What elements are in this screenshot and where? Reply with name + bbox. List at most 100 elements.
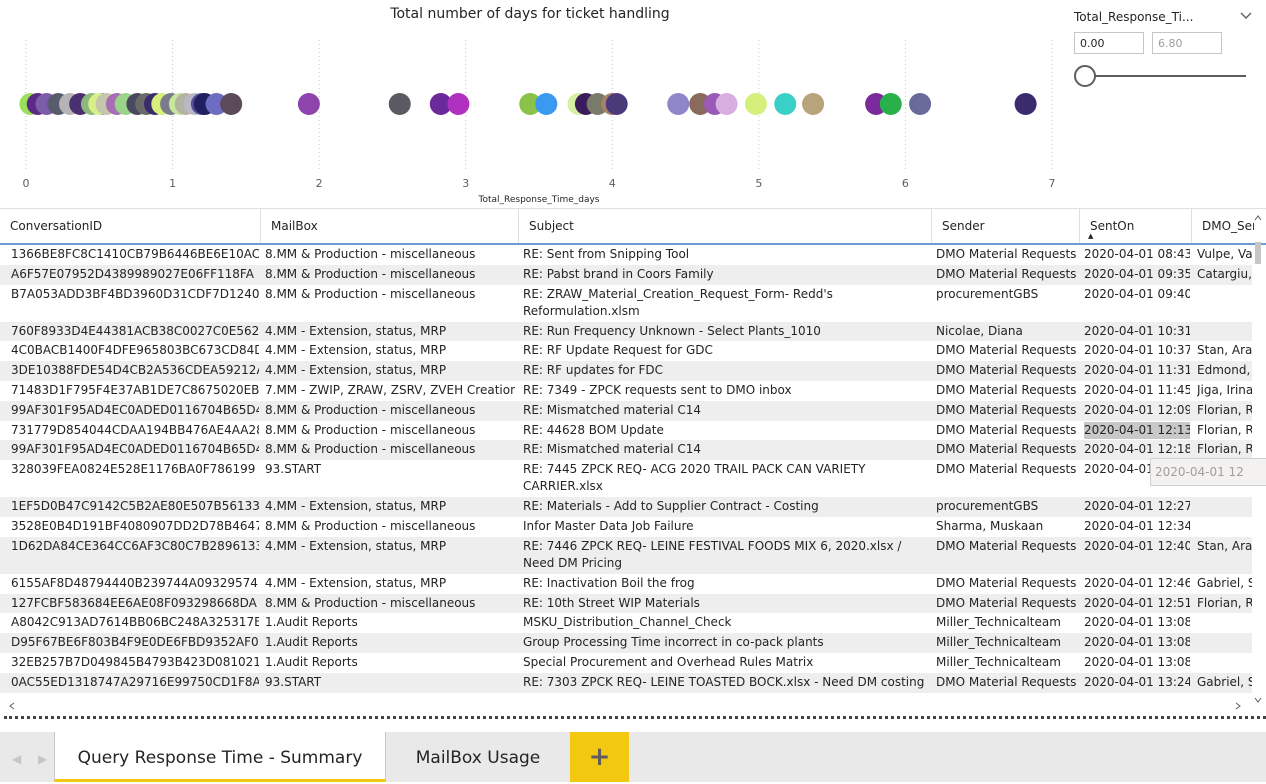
tab-mailbox-usage[interactable]: MailBox Usage (386, 732, 570, 782)
table-cell-sender[interactable]: Miller_Technicalteam (936, 654, 1078, 671)
table-row[interactable]: 71483D1F795F4E37AB1DE7C8675020EB 7.MM - Z… (0, 380, 1252, 401)
table-cell-mailbox[interactable]: 1.Audit Reports (265, 614, 515, 631)
table-cell-dmo-ser[interactable]: Florian, R (1197, 422, 1252, 439)
table-cell-senton[interactable]: 2020-04-01 12:09 (1084, 402, 1190, 419)
table-row[interactable]: 731779D854044CDAA194BB476AE4AA28 8.MM & P… (0, 420, 1252, 441)
table-cell-subject[interactable]: RE: 44628 BOM Update (523, 422, 928, 439)
table-row[interactable]: 99AF301F95AD4EC0ADED0116704B65D4 8.MM & P… (0, 440, 1252, 461)
table-cell-mailbox[interactable]: 4.MM - Extension, status, MRP (265, 575, 515, 592)
table-cell-senton[interactable]: 2020-04-01 13:08 (1084, 654, 1190, 671)
table-cell-senton[interactable]: 2020-04-01 13:08 (1084, 614, 1190, 631)
column-header-subject[interactable]: Subject (519, 209, 932, 243)
data-point[interactable] (1014, 93, 1037, 115)
table-cell-conversationid[interactable]: 6155AF8D48794440B239744A09329574 (11, 575, 259, 592)
table-cell-subject[interactable]: RE: 7303 ZPCK REQ- LEINE TOASTED BOCK.xl… (523, 674, 928, 691)
table-cell-conversationid[interactable]: 731779D854044CDAA194BB476AE4AA28 (11, 422, 259, 439)
table-cell-subject[interactable]: RE: Mismatched material C14 (523, 402, 928, 419)
table-cell-conversationid[interactable]: 4C0BACB1400F4DFE965803BC673CD84D (11, 342, 259, 359)
table-cell-conversationid[interactable]: 0AC55ED1318747A29716E99750CD1F8A (11, 674, 259, 691)
chevron-down-icon[interactable] (1238, 8, 1254, 24)
table-cell-sender[interactable]: procurementGBS (936, 286, 1078, 303)
add-page-button[interactable]: + (570, 732, 629, 782)
data-point[interactable] (297, 93, 320, 115)
table-cell-conversationid[interactable]: 1EF5D0B47C9142C5B2AE80E507B56133 (11, 498, 259, 515)
table-cell-senton[interactable]: 2020-04-01 13:08 (1084, 634, 1190, 651)
table-cell-senton[interactable]: 2020-04-01 12:46 (1084, 575, 1190, 592)
table-cell-mailbox[interactable]: 4.MM - Extension, status, MRP (265, 323, 515, 340)
table-cell-mailbox[interactable]: 4.MM - Extension, status, MRP (265, 342, 515, 359)
table-cell-dmo-ser[interactable]: Vulpe, Va (1197, 246, 1252, 263)
table-cell-sender[interactable]: DMO Material Requests (936, 342, 1078, 359)
table-cell-mailbox[interactable]: 8.MM & Production - miscellaneous (265, 441, 515, 458)
table-cell-subject[interactable]: RE: Inactivation Boil the frog (523, 575, 928, 592)
data-point[interactable] (715, 93, 738, 115)
table-cell-conversationid[interactable]: 1D62DA84CE364CC6AF3C80C7B2896133 (11, 538, 259, 555)
table-row[interactable]: B7A053ADD3BF4BD3960D31CDF7D1240F 8.MM & P… (0, 284, 1252, 322)
table-cell-subject[interactable]: RE: ZRAW_Material_Creation_Request_Form-… (523, 286, 928, 320)
table-row[interactable]: D95F67BE6F803B4F9E0DE6FBD9352AF0 1.Audit … (0, 633, 1252, 653)
table-cell-dmo-ser[interactable]: Florian, R (1197, 595, 1252, 612)
data-point[interactable] (605, 93, 628, 115)
table-cell-senton[interactable]: 2020-04-01 13:24 (1084, 674, 1190, 691)
scroll-up-icon[interactable] (1254, 214, 1262, 222)
table-cell-dmo-ser[interactable]: Gabriel, S (1197, 674, 1252, 691)
table-cell-mailbox[interactable]: 8.MM & Production - miscellaneous (265, 518, 515, 535)
table-cell-subject[interactable]: RE: Pabst brand in Coors Family (523, 266, 928, 283)
table-cell-senton[interactable]: 2020-04-01 12:18 (1084, 441, 1190, 458)
table-row[interactable]: A6F57E07952D4389989027E06FF118FA 8.MM & P… (0, 264, 1252, 285)
table-cell-sender[interactable]: Nicolae, Diana (936, 323, 1078, 340)
table-cell-conversationid[interactable]: 127FCBF583684EE6AE08F093298668DA (11, 595, 259, 612)
table-cell-subject[interactable]: RE: 10th Street WIP Materials (523, 595, 928, 612)
slicer-max-input[interactable]: 6.80 (1152, 32, 1222, 54)
table-cell-mailbox[interactable]: 7.MM - ZWIP, ZRAW, ZSRV, ZVEH Creation (265, 382, 515, 399)
horizontal-scrollbar[interactable] (0, 700, 1266, 712)
table-cell-conversationid[interactable]: 71483D1F795F4E37AB1DE7C8675020EB (11, 382, 259, 399)
table-row[interactable]: 1366BE8FC8C1410CB79B6446BE6E10AC 8.MM & P… (0, 245, 1252, 265)
table-cell-sender[interactable]: DMO Material Requests (936, 422, 1078, 439)
table-cell-subject[interactable]: Group Processing Time incorrect in co-pa… (523, 634, 928, 651)
scroll-left-icon[interactable] (8, 702, 16, 710)
slider-track[interactable] (1086, 75, 1246, 77)
data-point[interactable] (879, 93, 902, 115)
column-header-sender[interactable]: Sender (932, 209, 1080, 243)
data-point[interactable] (802, 93, 825, 115)
table-cell-dmo-ser[interactable]: Gabriel, S (1197, 575, 1252, 592)
scrollbar-thumb[interactable] (1255, 242, 1261, 264)
table-cell-sender[interactable]: DMO Material Requests (936, 266, 1078, 283)
table-cell-conversationid[interactable]: D95F67BE6F803B4F9E0DE6FBD9352AF0 (11, 634, 259, 651)
column-header-mailbox[interactable]: MailBox (261, 209, 519, 243)
column-header-conversationid[interactable]: ConversationID (0, 209, 261, 243)
column-header-senton[interactable]: SentOn (1080, 209, 1192, 243)
table-cell-senton[interactable]: 2020-04-01 12:40 (1084, 538, 1190, 555)
table-cell-conversationid[interactable]: 328039FEA0824E528E1176BA0F786199 (11, 461, 259, 478)
table-cell-conversationid[interactable]: 3528E0B4D191BF4080907DD2D78B4647 (11, 518, 259, 535)
chart-points[interactable] (19, 93, 1037, 115)
data-point[interactable] (667, 93, 690, 115)
table-row[interactable]: 32EB257B7D049845B4793B423D081021 1.Audit … (0, 652, 1252, 673)
table-cell-senton[interactable]: 2020-04-01 09:40 (1084, 286, 1190, 303)
data-point[interactable] (447, 93, 470, 115)
table-row[interactable]: 4C0BACB1400F4DFE965803BC673CD84D 4.MM - E… (0, 341, 1252, 362)
table-cell-sender[interactable]: DMO Material Requests (936, 461, 1078, 478)
table-cell-subject[interactable]: RE: Sent from Snipping Tool (523, 246, 928, 263)
table-cell-mailbox[interactable]: 8.MM & Production - miscellaneous (265, 595, 515, 612)
table-cell-conversationid[interactable]: 1366BE8FC8C1410CB79B6446BE6E10AC (11, 246, 259, 263)
table-cell-mailbox[interactable]: 4.MM - Extension, status, MRP (265, 362, 515, 379)
table-row[interactable]: 99AF301F95AD4EC0ADED0116704B65D4 8.MM & P… (0, 400, 1252, 421)
table-cell-dmo-ser[interactable]: Stan, Arak (1197, 538, 1252, 555)
table-cell-conversationid[interactable]: 760F8933D4E44381ACB38C0027C0E562 (11, 323, 259, 340)
table-row[interactable]: 1EF5D0B47C9142C5B2AE80E507B56133 4.MM - E… (0, 497, 1252, 517)
table-cell-subject[interactable]: Infor Master Data Job Failure (523, 518, 928, 535)
table-row[interactable]: A8042C913AD7614BB06BC248A325317E 1.Audit … (0, 613, 1252, 634)
table-cell-dmo-ser[interactable]: Jiga, Irina (1197, 382, 1252, 399)
data-point[interactable] (535, 93, 558, 115)
table-cell-dmo-ser[interactable]: Florian, R (1197, 441, 1252, 458)
table-row[interactable]: 6155AF8D48794440B239744A09329574 4.MM - E… (0, 573, 1252, 594)
table-cell-senton[interactable]: 2020-04-01 11:31 (1084, 362, 1190, 379)
table-cell-senton[interactable]: 2020-04-01 12:34 (1084, 518, 1190, 535)
table-cell-conversationid[interactable]: A8042C913AD7614BB06BC248A325317E (11, 614, 259, 631)
table-cell-mailbox[interactable]: 8.MM & Production - miscellaneous (265, 402, 515, 419)
table-cell-sender[interactable]: DMO Material Requests (936, 382, 1078, 399)
table-cell-senton[interactable]: 2020-04-01 10:31 (1084, 323, 1190, 340)
table-cell-sender[interactable]: DMO Material Requests (936, 538, 1078, 555)
